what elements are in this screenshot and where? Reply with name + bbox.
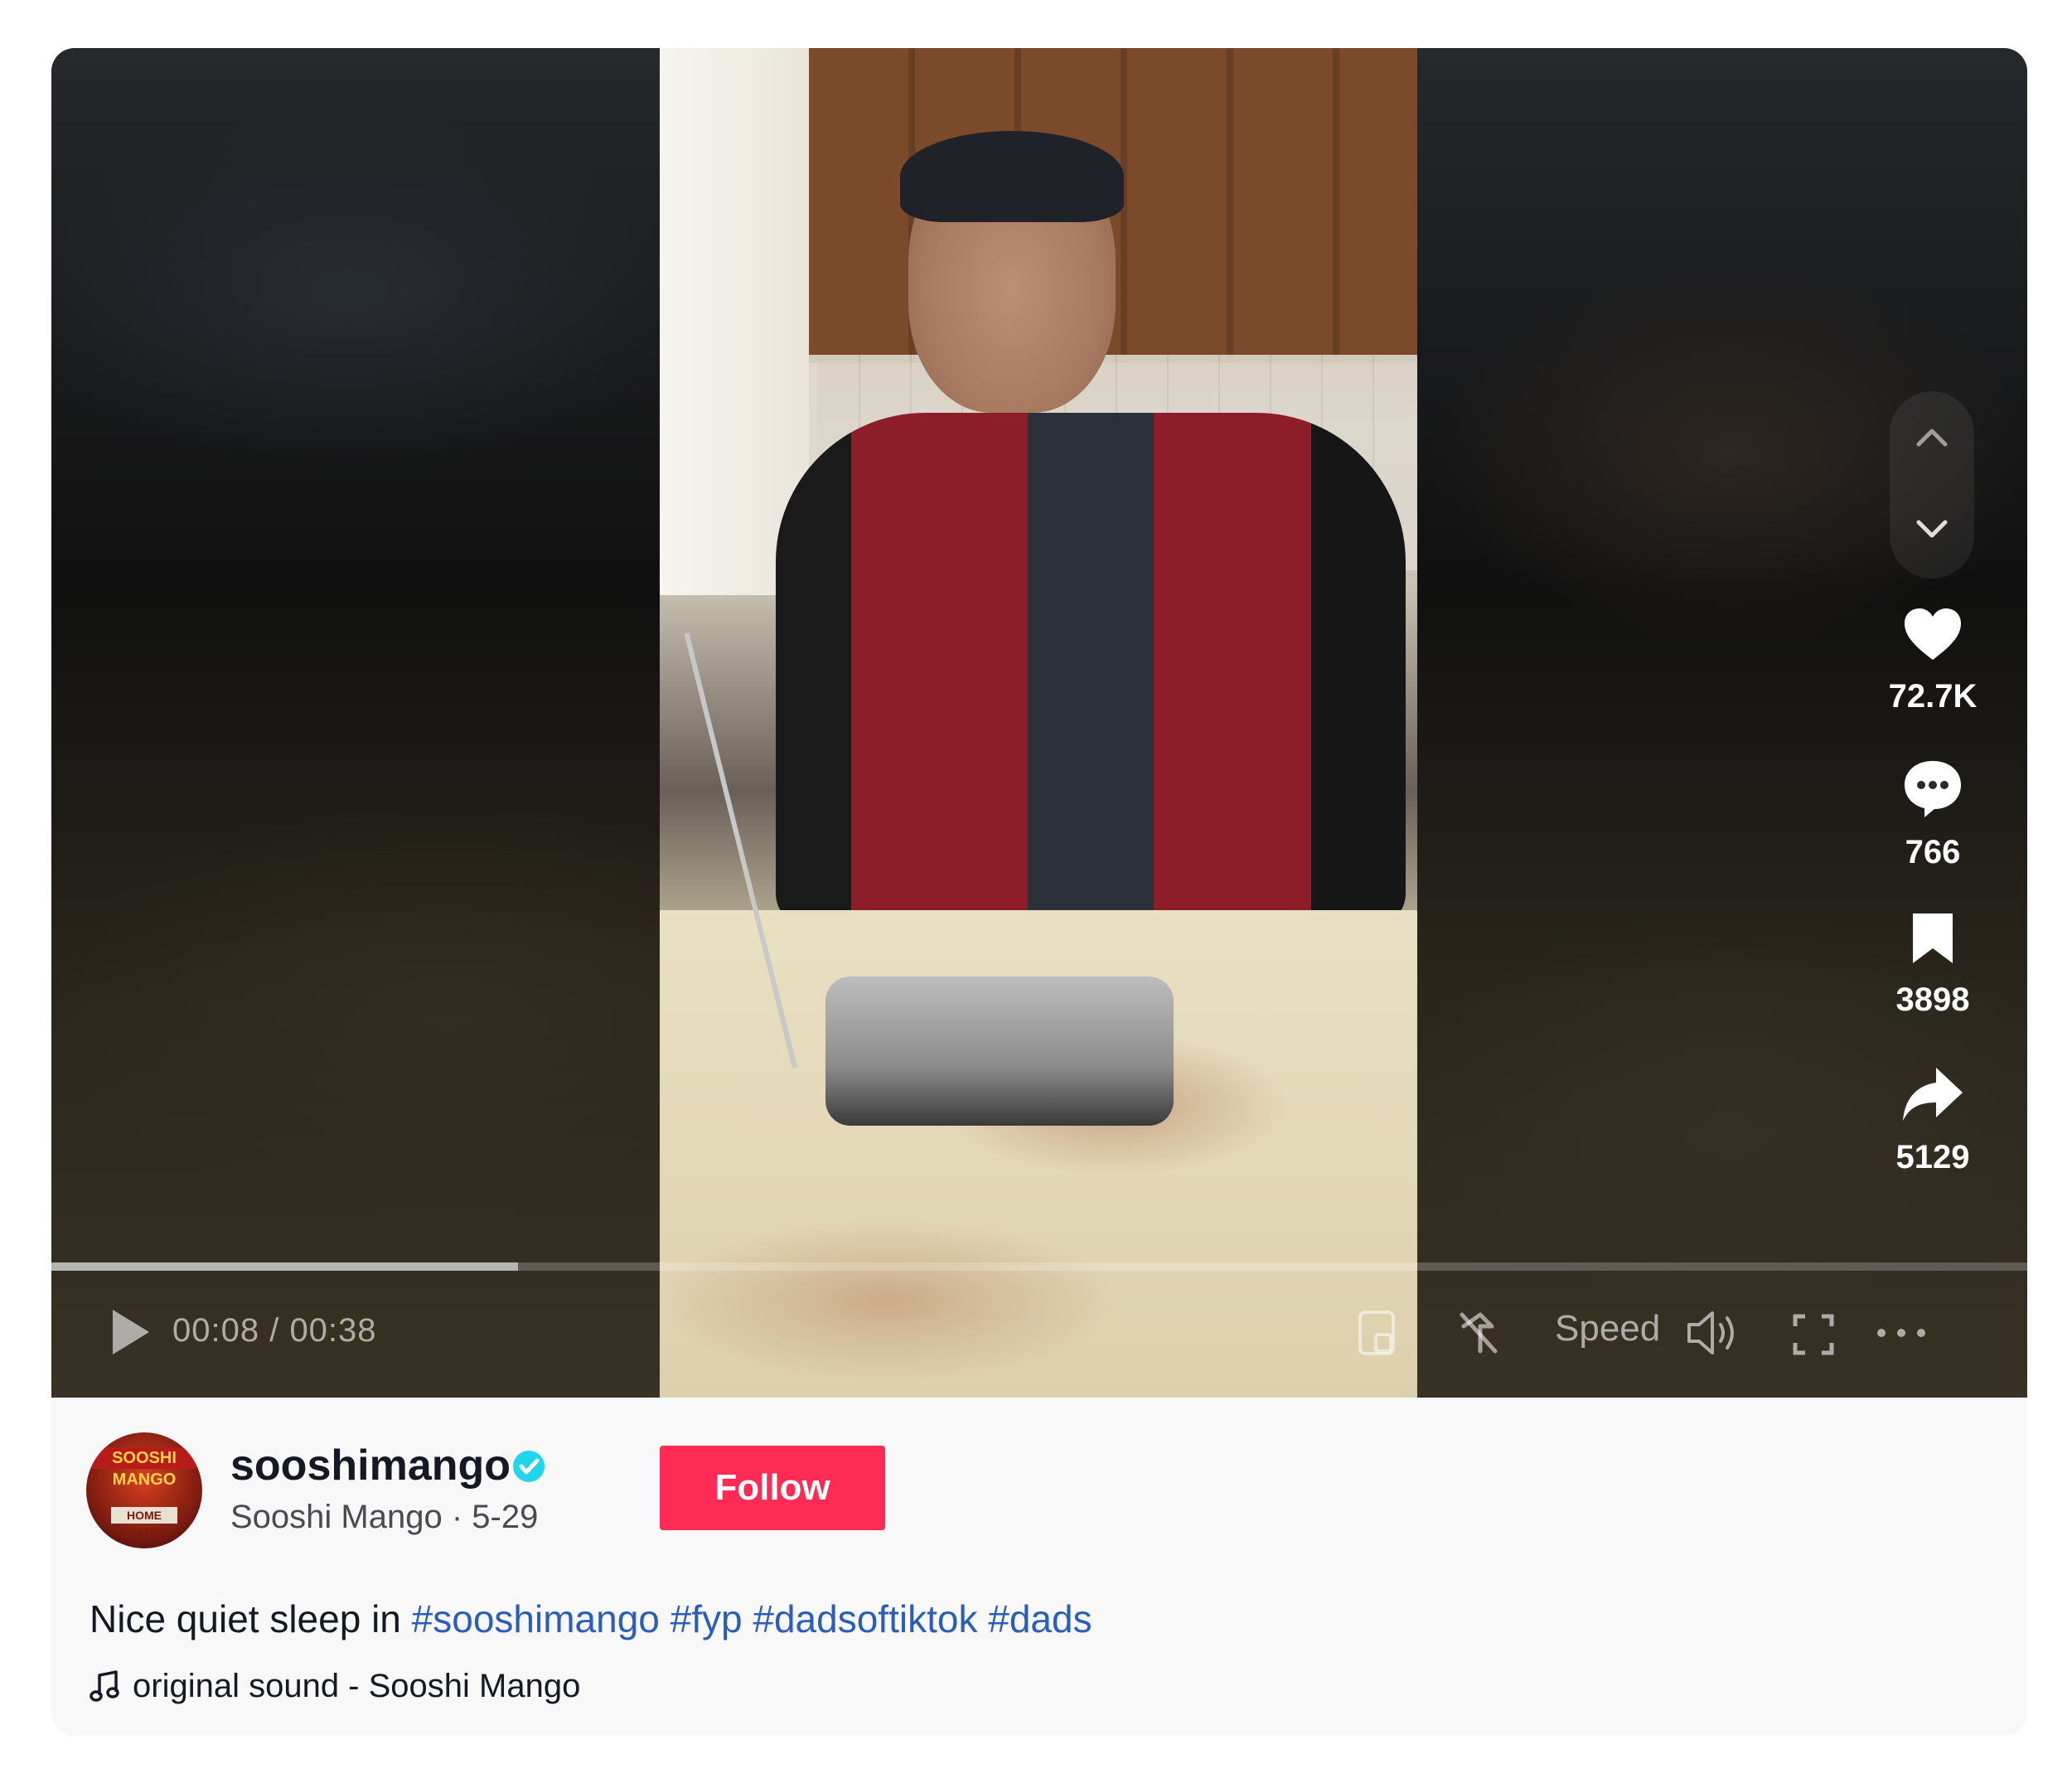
person-jacket bbox=[776, 413, 1406, 927]
more-options-icon[interactable] bbox=[1875, 1325, 1928, 1341]
like-button[interactable]: 72.7K bbox=[1875, 605, 1991, 715]
bookmark-icon bbox=[1913, 913, 1953, 963]
follow-button[interactable]: Follow bbox=[660, 1446, 885, 1530]
heart-icon bbox=[1905, 608, 1961, 660]
nickname-date: Sooshi Mango · 5-29 bbox=[230, 1499, 539, 1535]
video-info: SOOSHI MANGO HOME MADE sooshimango Soosh… bbox=[51, 1398, 2027, 1736]
bookmark-button[interactable]: 3898 bbox=[1875, 910, 1991, 1019]
video-frame[interactable] bbox=[660, 48, 1417, 1398]
auto-scroll-off-icon[interactable] bbox=[1455, 1308, 1502, 1358]
bookmark-count: 3898 bbox=[1895, 981, 1970, 1018]
time-display: 00:08 / 00:38 bbox=[172, 1312, 377, 1349]
music-title: original sound - Sooshi Mango bbox=[133, 1668, 581, 1704]
avatar-title: SOOSHI MANGO bbox=[86, 1447, 202, 1489]
radio bbox=[825, 976, 1174, 1126]
share-count: 5129 bbox=[1895, 1139, 1970, 1175]
verified-badge-icon bbox=[513, 1451, 545, 1482]
share-button[interactable]: 5129 bbox=[1875, 1064, 1991, 1176]
chevron-up-icon[interactable] bbox=[1912, 421, 1952, 454]
avatar-subtitle: HOME MADE bbox=[111, 1507, 177, 1538]
share-icon bbox=[1903, 1068, 1963, 1121]
username[interactable]: sooshimango bbox=[230, 1441, 511, 1490]
chevron-down-icon[interactable] bbox=[1912, 512, 1952, 545]
like-count: 72.7K bbox=[1888, 678, 1978, 715]
hashtag-link[interactable]: #sooshimango bbox=[412, 1597, 660, 1640]
video-progress-bar[interactable] bbox=[51, 1262, 2027, 1271]
person-hair bbox=[900, 131, 1124, 222]
comment-icon bbox=[1905, 761, 1961, 817]
description-text: Nice quiet sleep in bbox=[90, 1597, 401, 1640]
hashtag-link[interactable]: #dadsoftiktok bbox=[753, 1597, 977, 1640]
fullscreen-icon[interactable] bbox=[1792, 1313, 1835, 1356]
video-nav-pill bbox=[1890, 391, 1974, 579]
video-progress-fill bbox=[51, 1262, 518, 1271]
video-player[interactable]: 72.7K 766 3898 5129 00:08 / 00:38 Speed bbox=[51, 48, 2027, 1398]
comment-button[interactable]: 766 bbox=[1875, 758, 1991, 871]
speed-button[interactable]: Speed bbox=[1555, 1308, 1660, 1349]
music-note-icon bbox=[90, 1669, 119, 1702]
comment-count: 766 bbox=[1905, 834, 1961, 870]
avatar[interactable]: SOOSHI MANGO HOME MADE bbox=[86, 1432, 202, 1548]
video-description: Nice quiet sleep in #sooshimango #fyp #d… bbox=[90, 1597, 1092, 1641]
video-card: 72.7K 766 3898 5129 00:08 / 00:38 Speed … bbox=[51, 48, 2027, 1736]
picture-in-picture-icon[interactable] bbox=[1358, 1310, 1396, 1356]
play-icon[interactable] bbox=[108, 1306, 152, 1358]
hashtag-link[interactable]: #fyp bbox=[670, 1597, 743, 1640]
music-link[interactable]: original sound - Sooshi Mango bbox=[90, 1668, 580, 1705]
volume-icon[interactable] bbox=[1686, 1310, 1740, 1356]
hashtag-link[interactable]: #dads bbox=[988, 1597, 1092, 1640]
